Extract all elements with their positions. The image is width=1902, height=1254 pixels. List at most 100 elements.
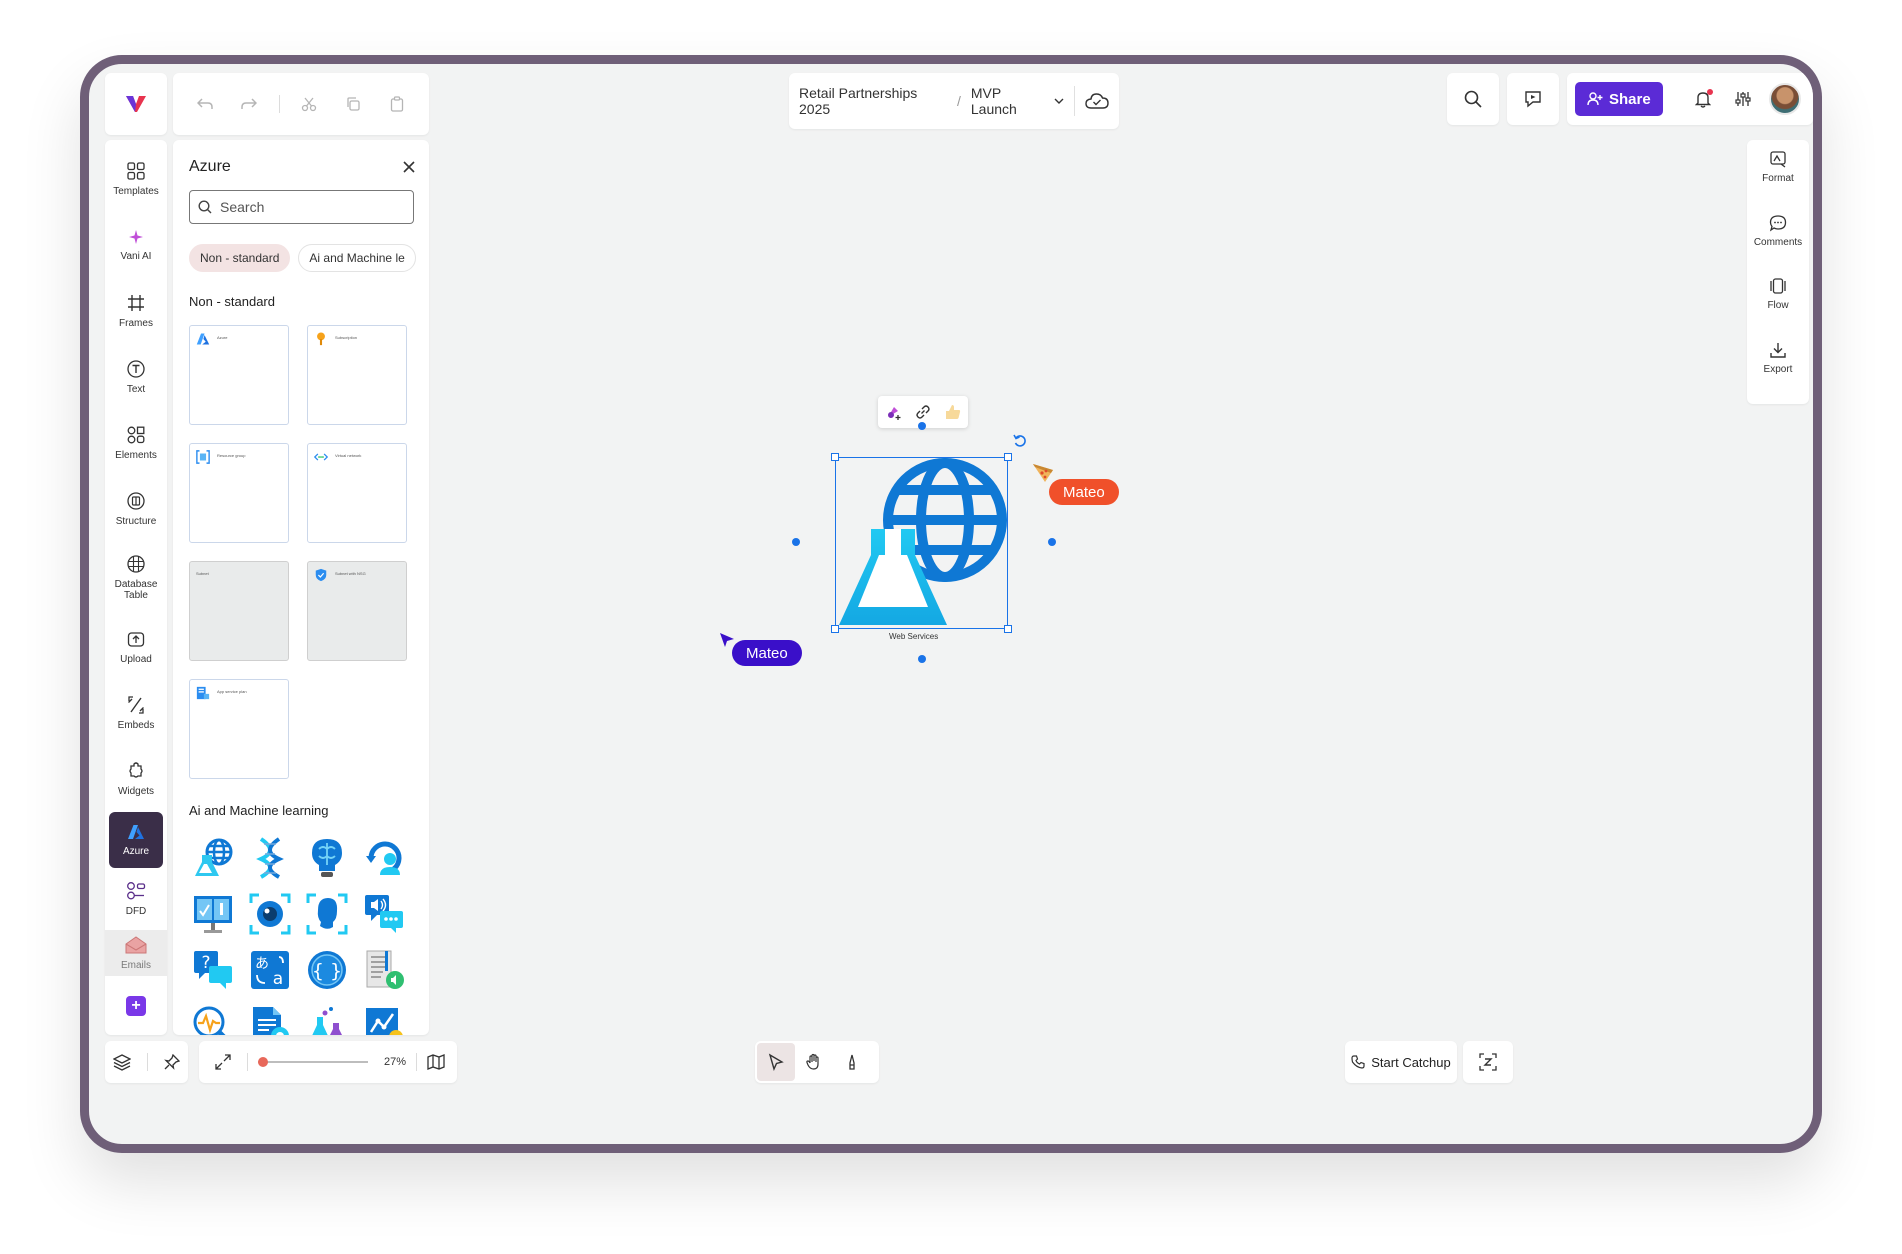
- shape-label[interactable]: Web Services: [889, 632, 938, 641]
- undo-icon[interactable]: [191, 90, 219, 118]
- search-input[interactable]: Search: [189, 190, 414, 224]
- metrics-advisor-icon[interactable]: [360, 1002, 408, 1035]
- chip-ai-machine-learning[interactable]: Ai and Machine le: [298, 244, 416, 272]
- table-icon: [127, 555, 145, 573]
- notifications-button[interactable]: [1689, 85, 1717, 113]
- sidebar-item-emails[interactable]: Emails: [105, 930, 167, 976]
- tile-virtual-network[interactable]: Virtual network: [307, 443, 407, 543]
- pen-tool[interactable]: [833, 1043, 871, 1081]
- paste-icon[interactable]: [383, 90, 411, 118]
- connector-handle-bottom[interactable]: [918, 655, 926, 663]
- computer-vision-icon[interactable]: [246, 890, 294, 938]
- present-icon: [1525, 91, 1541, 108]
- sidebar-item-structure[interactable]: Structure: [105, 476, 167, 542]
- virtual-network-icon: [314, 453, 328, 461]
- thumbs-up-icon[interactable]: [944, 403, 962, 421]
- sidebar-item-azure[interactable]: Azure: [109, 812, 163, 868]
- category-chips: Non - standard Ai and Machine le: [189, 244, 429, 272]
- anomaly-detector-icon[interactable]: [189, 1002, 237, 1035]
- layers-icon[interactable]: [113, 1053, 131, 1071]
- sidebar-item-elements[interactable]: Elements: [105, 410, 167, 476]
- share-button[interactable]: Share: [1575, 82, 1663, 116]
- upload-icon: [127, 631, 145, 647]
- chevron-down-icon[interactable]: [1054, 98, 1064, 104]
- export-button[interactable]: Export: [1764, 341, 1792, 405]
- face-api-icon[interactable]: [303, 890, 351, 938]
- select-tool[interactable]: [757, 1043, 795, 1081]
- sidebar-item-vani-ai[interactable]: Vani AI: [105, 212, 167, 278]
- pointer-icon: [768, 1053, 784, 1071]
- machine-learning-studio-icon[interactable]: [189, 890, 237, 938]
- settings-button[interactable]: [1729, 85, 1757, 113]
- app-logo[interactable]: [105, 73, 167, 135]
- cloud-sync-icon[interactable]: [1074, 86, 1109, 116]
- sidebar-item-label: Templates: [113, 185, 159, 197]
- search-button[interactable]: [1447, 73, 1499, 125]
- experimentation-icon[interactable]: [303, 1002, 351, 1035]
- start-catchup-button[interactable]: Start Catchup: [1345, 1041, 1457, 1083]
- bot-service-icon[interactable]: [360, 834, 408, 882]
- svg-text:{ }: { }: [312, 960, 342, 982]
- web-services-icon[interactable]: [189, 834, 237, 882]
- link-icon[interactable]: [914, 403, 932, 421]
- close-icon[interactable]: [403, 161, 415, 173]
- language-understanding-icon[interactable]: { }: [303, 946, 351, 994]
- envelope-icon: [125, 936, 147, 954]
- sidebar-item-widgets[interactable]: Widgets: [105, 746, 167, 812]
- copy-icon[interactable]: [339, 90, 367, 118]
- sidebar-item-dfd[interactable]: DFD: [105, 868, 167, 930]
- genomics-icon[interactable]: [246, 834, 294, 882]
- present-button[interactable]: [1507, 73, 1559, 125]
- rotate-handle-icon[interactable]: [1013, 434, 1027, 448]
- chip-non-standard[interactable]: Non - standard: [189, 244, 291, 272]
- sidebar-item-frames[interactable]: Frames: [105, 278, 167, 344]
- tile-label: Subnet: [196, 571, 209, 576]
- resize-handle-tr[interactable]: [1004, 453, 1012, 461]
- form-recognizer-icon[interactable]: [246, 1002, 294, 1035]
- frame-icon: [128, 294, 144, 311]
- zoom-slider-thumb[interactable]: [258, 1057, 268, 1067]
- format-button[interactable]: Format: [1762, 150, 1794, 214]
- sidebar-item-database-table[interactable]: Database Table: [105, 542, 167, 614]
- zoom-slider[interactable]: [258, 1057, 368, 1067]
- tile-subnet[interactable]: Subnet: [189, 561, 289, 661]
- tile-app-service-plan[interactable]: App service plan: [189, 679, 289, 779]
- resize-handle-tl[interactable]: [831, 453, 839, 461]
- cut-icon[interactable]: [295, 90, 323, 118]
- sidebar-item-embeds[interactable]: Embeds: [105, 680, 167, 746]
- connector-handle-left[interactable]: [792, 538, 800, 546]
- resize-handle-br[interactable]: [1004, 625, 1012, 633]
- translator-icon[interactable]: あa: [246, 946, 294, 994]
- hand-tool[interactable]: [795, 1043, 833, 1081]
- comments-button[interactable]: Comments: [1754, 214, 1802, 278]
- ai-style-icon[interactable]: [884, 403, 902, 421]
- app-stage: Retail Partnerships 2025 / MVP Launch Sh…: [89, 64, 1813, 1144]
- immersive-reader-icon[interactable]: [360, 946, 408, 994]
- resize-handle-bl[interactable]: [831, 625, 839, 633]
- tile-subscription[interactable]: Subscription: [307, 325, 407, 425]
- ai-assist-button[interactable]: [1463, 1041, 1513, 1083]
- breadcrumb-board[interactable]: MVP Launch: [971, 85, 1048, 117]
- tile-label: App service plan: [217, 689, 247, 694]
- add-plugin-button[interactable]: +: [105, 996, 167, 1016]
- minimap-icon[interactable]: [427, 1054, 445, 1070]
- sidebar-item-templates[interactable]: Templates: [105, 146, 167, 212]
- connector-handle-top[interactable]: [918, 422, 926, 430]
- flow-button[interactable]: Flow: [1767, 277, 1789, 341]
- sidebar-item-text[interactable]: Text: [105, 344, 167, 410]
- collaborator-cursor-arrow-icon: [719, 632, 735, 648]
- breadcrumb-project[interactable]: Retail Partnerships 2025: [799, 85, 947, 117]
- tile-azure[interactable]: Azure: [189, 325, 289, 425]
- speech-services-icon[interactable]: [360, 890, 408, 938]
- connector-handle-right[interactable]: [1048, 538, 1056, 546]
- tile-subnet-with-nsg[interactable]: Subnet with NSG: [307, 561, 407, 661]
- selection-box: [835, 457, 1008, 629]
- redo-icon[interactable]: [235, 90, 263, 118]
- ai-brain-icon[interactable]: [303, 834, 351, 882]
- qna-maker-icon[interactable]: ?: [189, 946, 237, 994]
- tile-resource-group[interactable]: Resource group: [189, 443, 289, 543]
- sidebar-item-upload[interactable]: Upload: [105, 614, 167, 680]
- pin-icon[interactable]: [164, 1054, 180, 1070]
- avatar[interactable]: [1768, 83, 1801, 115]
- expand-icon[interactable]: [215, 1054, 231, 1070]
